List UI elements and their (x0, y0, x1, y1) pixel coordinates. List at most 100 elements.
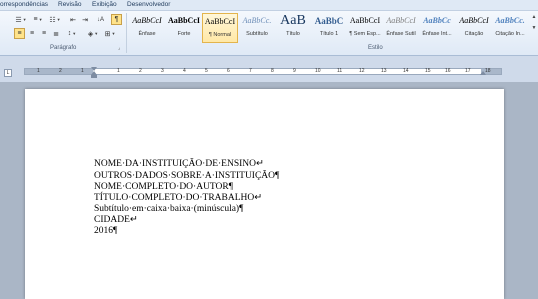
ruler-number: 1 (117, 68, 120, 74)
paint-bucket-icon: ◈ (87, 30, 94, 38)
style-subtitulo[interactable]: AaBbCc. Subtítulo (239, 13, 275, 43)
ruler-area: L 1 2 1 1 2 3 4 5 6 7 8 9 10 11 12 13 14… (0, 56, 538, 82)
ruler-number: 12 (359, 68, 365, 74)
style-preview: AaB (280, 13, 306, 28)
multilevel-list-icon: ☷ (49, 16, 56, 24)
ruler-number: 17 (465, 68, 471, 74)
align-right-button[interactable]: ≡ (39, 28, 49, 39)
style-preview: AaBbCcI (132, 16, 162, 25)
borders-icon: ⊞ (104, 30, 111, 38)
sort-icon: ↓A (96, 16, 104, 23)
style-name: ¶ Sem Esp... (349, 31, 381, 37)
dialog-launcher-icon[interactable]: ⌟ (118, 45, 120, 51)
document-page[interactable]: NOME·DA·INSTITUIÇÃO·DE·ENSINO↵ OUTROS·DA… (25, 89, 504, 299)
align-center-button[interactable]: ≡ (27, 28, 37, 39)
chevron-down-icon: ▼ (56, 17, 61, 22)
style-citacao[interactable]: AaBbCcI Citação (456, 13, 492, 43)
style-forte[interactable]: AaBbCcI Forte (166, 13, 202, 43)
paragraph-group-label: Parágrafo (50, 45, 77, 51)
chevron-down-icon: ▼ (111, 31, 116, 36)
chevron-down-icon: ▼ (38, 17, 43, 22)
tab-correspondencias[interactable]: orrespondências (0, 0, 48, 10)
style-name: Título (286, 31, 300, 37)
style-preview: AaBbCc (423, 16, 451, 25)
style-preview: AaBbCcI (459, 16, 489, 25)
doc-line-year[interactable]: 2016¶ (94, 225, 117, 237)
chevron-down-icon: ▼ (22, 17, 27, 22)
line-spacing-button[interactable]: ↕ ▼ (65, 28, 79, 39)
group-separator (126, 13, 127, 53)
increase-indent-button[interactable]: ⇥ (80, 14, 90, 25)
style-name: Ênfase Int... (422, 31, 452, 37)
chevron-down-icon: ▼ (94, 31, 99, 36)
gallery-up-icon[interactable]: ▲ (530, 14, 538, 20)
numbering-button[interactable]: ≡ ▼ (31, 14, 45, 25)
justify-button[interactable]: ≣ (51, 28, 61, 39)
line-spacing-icon: ↕ (67, 30, 72, 37)
numbering-icon: ≡ (33, 16, 38, 23)
tab-revisao[interactable]: Revisão (58, 0, 81, 10)
decrease-indent-button[interactable]: ⇤ (68, 14, 78, 25)
ruler-number: 15 (425, 68, 431, 74)
ruler-number: 1 (81, 68, 84, 74)
shading-button[interactable]: ◈ ▼ (86, 28, 100, 39)
style-preview: AaBbCcI (349, 16, 381, 25)
ruler-number: 13 (381, 68, 387, 74)
style-titulo-1[interactable]: AaBbC Título 1 (311, 13, 347, 43)
ruler-number: 11 (337, 68, 343, 74)
style-enfase[interactable]: AaBbCcI Ênfase (129, 13, 165, 43)
style-normal[interactable]: AaBbCcI ¶ Normal (202, 13, 238, 43)
gallery-down-icon[interactable]: ▼ (530, 25, 538, 31)
multilevel-list-button[interactable]: ☷ ▼ (48, 14, 62, 25)
doc-line-institution[interactable]: NOME·DA·INSTITUIÇÃO·DE·ENSINO↵ (94, 158, 264, 170)
ruler-number: 7 (249, 68, 252, 74)
ruler-number: 8 (271, 68, 274, 74)
bullets-icon: ☰ (15, 16, 22, 24)
style-preview: AaBbCcI (167, 16, 200, 25)
tab-desenvolvedor[interactable]: Desenvolvedor (127, 0, 170, 10)
ruler-number: 10 (315, 68, 321, 74)
left-indent-marker[interactable] (91, 75, 97, 78)
align-left-icon: ≡ (17, 30, 22, 37)
ruler-number: 16 (445, 68, 451, 74)
align-left-button[interactable]: ≡ (14, 28, 25, 39)
borders-button[interactable]: ⊞ ▼ (103, 28, 117, 39)
right-indent-marker[interactable] (480, 71, 486, 75)
ruler-number: 5 (205, 68, 208, 74)
menu-bar: orrespondências Revisão Exibição Desenvo… (0, 0, 538, 11)
ruler-number: 1 (37, 68, 40, 74)
decrease-indent-icon: ⇤ (70, 16, 76, 24)
style-titulo[interactable]: AaB Título (275, 13, 311, 43)
chevron-down-icon: ▼ (72, 31, 77, 36)
style-enfase-intensa[interactable]: AaBbCc Ênfase Int... (419, 13, 455, 43)
style-name: Ênfase Sutil (386, 31, 416, 37)
style-preview: AaBbCc. (495, 16, 525, 25)
ribbon: ☰ ▼ ≡ ▼ ☷ ▼ ⇤ ⇥ ↓A ¶ ≡ ≡ ≡ ≣ ↕ ▼ ◈ ▼ ⊞ ▼ Parág… (0, 11, 538, 56)
style-name: Ênfase (138, 31, 156, 37)
show-formatting-button[interactable]: ¶ (111, 14, 122, 25)
ruler-number: 3 (161, 68, 164, 74)
styles-group-label: Estilo (368, 45, 383, 51)
style-preview: AaBbCc. (242, 16, 272, 25)
style-preview: AaBbCcI (204, 17, 236, 26)
ruler-number: 14 (403, 68, 409, 74)
bullets-button[interactable]: ☰ ▼ (14, 14, 28, 25)
ruler-number: 6 (227, 68, 230, 74)
style-name: Forte (177, 31, 191, 37)
style-sem-espacamento[interactable]: AaBbCcI ¶ Sem Esp... (347, 13, 383, 43)
style-name: Título 1 (319, 31, 339, 37)
tab-selector[interactable]: L (4, 69, 12, 77)
ruler-number: 4 (183, 68, 186, 74)
align-right-icon: ≡ (41, 30, 47, 37)
style-preview: AaBbC (314, 16, 344, 26)
style-name: Citação (464, 31, 484, 37)
style-name: Subtítulo (246, 31, 268, 37)
style-preview: AaBbCcI (386, 16, 416, 25)
justify-icon: ≣ (53, 30, 59, 38)
sort-button[interactable]: ↓A (95, 14, 106, 25)
style-name: ¶ Normal (208, 32, 232, 38)
style-enfase-sutil[interactable]: AaBbCcI Ênfase Sutil (383, 13, 419, 43)
style-citacao-intensa[interactable]: AaBbCc. Citação In... (492, 13, 528, 43)
ruler-number: 2 (139, 68, 142, 74)
tab-exibicao[interactable]: Exibição (92, 0, 117, 10)
